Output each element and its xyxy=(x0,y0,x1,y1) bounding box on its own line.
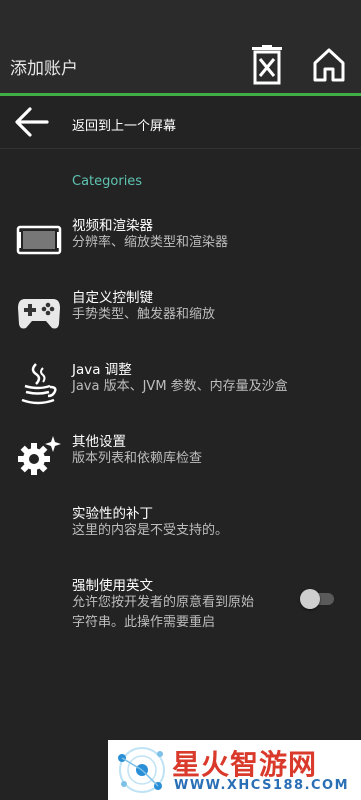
pref-title: Java 调整 xyxy=(72,362,132,378)
site-watermark: 星火智游网 WWW.XHCS188.COM xyxy=(108,740,361,800)
pref-title: 强制使用英文 xyxy=(72,578,153,594)
pref-title: 视频和渲染器 xyxy=(72,218,153,234)
video-display-icon xyxy=(16,218,62,262)
pref-summary-line1: 允许您按开发者的原意看到原始 xyxy=(72,595,255,610)
watermark-logo-icon xyxy=(118,747,165,793)
pref-custom-controls[interactable]: 自定义控制键 手势类型、触发器和缩放 xyxy=(0,282,361,344)
pref-title: 实验性的补丁 xyxy=(72,506,153,522)
pref-other-settings[interactable]: 其他设置 版本列表和依赖库检查 xyxy=(0,426,361,488)
back-button[interactable]: 返回到上一个屏幕 xyxy=(0,96,361,148)
force-english-toggle[interactable] xyxy=(300,586,336,612)
pref-title: 其他设置 xyxy=(72,434,126,450)
pref-java-tweaks[interactable]: Java 调整 Java 版本、JVM 参数、内存量及沙盒 xyxy=(0,354,361,416)
gamepad-icon xyxy=(16,290,62,334)
arrow-left-icon xyxy=(14,106,50,138)
java-cup-icon xyxy=(16,362,62,406)
back-label: 返回到上一个屏幕 xyxy=(72,119,177,134)
pref-video-renderer[interactable]: 视频和渲染器 分辨率、缩放类型和渲染器 xyxy=(0,210,361,272)
category-header: Categories xyxy=(72,174,143,189)
pref-summary-line2: 字符串。此操作需要重启 xyxy=(72,615,216,630)
pref-summary: 分辨率、缩放类型和渲染器 xyxy=(72,235,229,250)
pref-summary: 这里的内容是不受支持的。 xyxy=(72,523,229,538)
watermark-url: WWW.XHCS188.COM xyxy=(174,778,350,793)
pref-summary: 版本列表和依赖库检查 xyxy=(72,451,203,466)
watermark-text: 星火智游网 xyxy=(172,748,318,781)
gear-sparkle-icon xyxy=(16,434,62,478)
pref-summary: Java 版本、JVM 参数、内存量及沙盒 xyxy=(72,379,288,394)
app-bar-title: 添加账户 xyxy=(10,59,78,79)
pref-experimental-patches[interactable]: 实验性的补丁 这里的内容是不受支持的。 xyxy=(0,498,361,560)
home-icon[interactable] xyxy=(311,45,347,85)
divider xyxy=(0,148,361,149)
toggle-thumb xyxy=(300,589,320,609)
pref-summary: 手势类型、触发器和缩放 xyxy=(72,307,216,322)
app-bar: 添加账户 xyxy=(0,0,361,93)
pref-title: 自定义控制键 xyxy=(72,290,153,306)
delete-icon[interactable] xyxy=(249,45,285,85)
